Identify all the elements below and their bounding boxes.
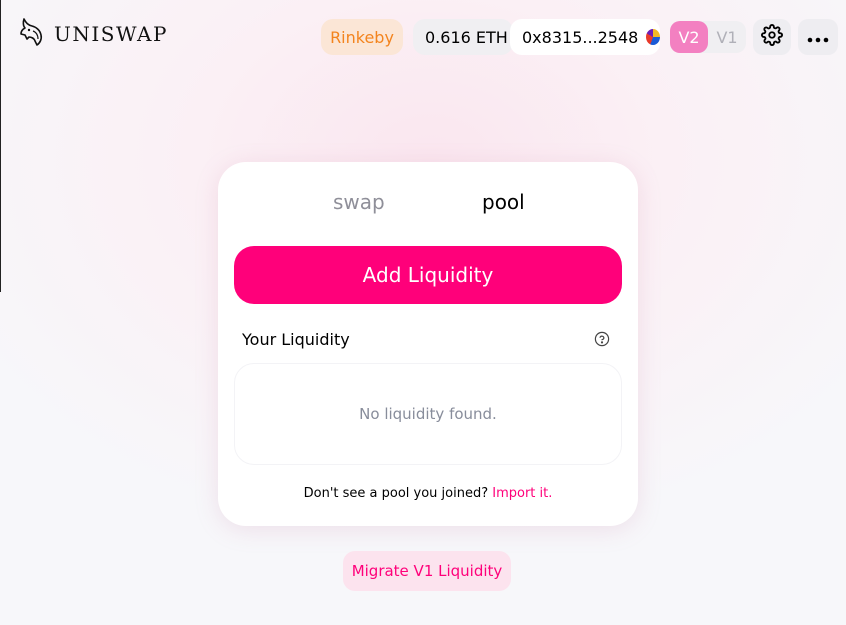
window-edge — [0, 0, 1, 292]
account-button[interactable]: 0x8315...2548 — [510, 19, 660, 55]
tab-swap[interactable]: swap — [333, 190, 385, 214]
add-liquidity-button[interactable]: Add Liquidity — [234, 246, 622, 304]
import-link[interactable]: Import it. — [492, 486, 552, 501]
version-v1-button[interactable]: V1 — [708, 21, 746, 53]
brand-name: UNISWAP — [54, 22, 168, 46]
liquidity-empty-state: No liquidity found. — [234, 363, 622, 465]
account-address: 0x8315...2548 — [522, 27, 639, 47]
tab-pool[interactable]: pool — [482, 190, 525, 214]
version-switch[interactable]: V2 V1 — [670, 21, 746, 53]
gear-icon — [761, 24, 783, 50]
more-button[interactable] — [798, 19, 838, 55]
logo[interactable]: UNISWAP — [18, 18, 168, 50]
migrate-v1-button[interactable]: Migrate V1 Liquidity — [343, 551, 511, 591]
question-icon[interactable] — [594, 331, 610, 347]
version-v2-button[interactable]: V2 — [670, 21, 708, 53]
more-dots-icon — [807, 28, 829, 47]
settings-button[interactable] — [753, 19, 791, 55]
import-prompt: Don't see a pool you joined? Import it. — [218, 486, 638, 501]
network-badge: Rinkeby — [321, 19, 403, 55]
pool-card: swap pool Add Liquidity Your Liquidity N… — [218, 162, 638, 526]
import-prompt-text: Don't see a pool you joined? — [303, 486, 489, 501]
your-liquidity-label: Your Liquidity — [242, 330, 350, 349]
identicon-icon — [646, 29, 660, 45]
eth-balance: 0.616 ETH — [413, 19, 513, 55]
empty-message: No liquidity found. — [359, 405, 497, 423]
unicorn-icon — [18, 17, 46, 51]
